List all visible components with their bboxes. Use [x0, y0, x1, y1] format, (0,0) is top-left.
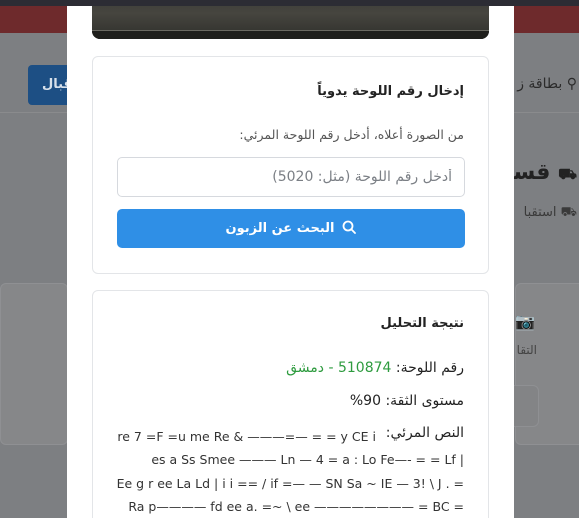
ocr-text-line: re 7 =F =u me Re & ———=— = = y CE i	[117, 429, 376, 444]
search-icon	[342, 220, 357, 238]
car-icon: ⛟	[558, 165, 577, 183]
background-section-subtitle: استقبا ⛟	[524, 205, 577, 222]
background-section-subtitle-text: استقبا	[523, 205, 557, 220]
ocr-text-line: Ra p———— fd ee a. =~ \ ee ———————— = BC …	[128, 499, 464, 514]
plate-number-label: رقم اللوحة:	[395, 360, 464, 376]
search-customer-button[interactable]: البحث عن الزبون	[117, 209, 465, 248]
user-icon: ⚲	[566, 76, 577, 92]
analysis-result-card: نتيجة التحليل رقم اللوحة: 510874 - دمشق …	[92, 290, 489, 518]
background-side-label: التقا	[516, 343, 537, 357]
confidence-value: 90%	[349, 393, 381, 409]
plate-number-input[interactable]	[117, 157, 465, 197]
background-header-label: بطاقة ز	[517, 76, 563, 92]
plate-number-value: 510874 - دمشق	[286, 360, 392, 376]
manual-entry-hint: من الصورة أعلاه، أدخل رقم اللوحة المرئي:	[239, 127, 464, 142]
ocr-text-label: النص المرئي:	[385, 425, 464, 441]
background-header-item: بطاقة ز ⚲	[517, 76, 577, 92]
ocr-text-line: Ee g r ee La Ld | i i == / if =— — SN Sa…	[116, 476, 464, 491]
background-left-card	[0, 283, 68, 445]
plate-number-row: رقم اللوحة: 510874 - دمشق	[286, 360, 464, 376]
manual-entry-title: إدخال رقم اللوحة يدوياً	[317, 84, 464, 99]
search-customer-label: البحث عن الزبون	[225, 221, 335, 236]
car-small-icon: ⛟	[560, 205, 577, 220]
camera-icon: 📷	[515, 312, 535, 331]
confidence-label: مستوى الثقة:	[385, 393, 464, 409]
manual-entry-card: إدخال رقم اللوحة يدوياً من الصورة أعلاه،…	[92, 56, 489, 274]
captured-plate-photo	[92, 6, 489, 39]
ocr-text-row: النص المرئي:	[386, 425, 464, 441]
plate-recognition-modal: إدخال رقم اللوحة يدوياً من الصورة أعلاه،…	[67, 6, 514, 518]
analysis-title: نتيجة التحليل	[380, 316, 464, 331]
ocr-text-line: es a Ss Smee ——— Ln — 4 = a : Lo Fe—- = …	[151, 452, 464, 467]
confidence-row: مستوى الثقة: 90%	[350, 393, 464, 409]
